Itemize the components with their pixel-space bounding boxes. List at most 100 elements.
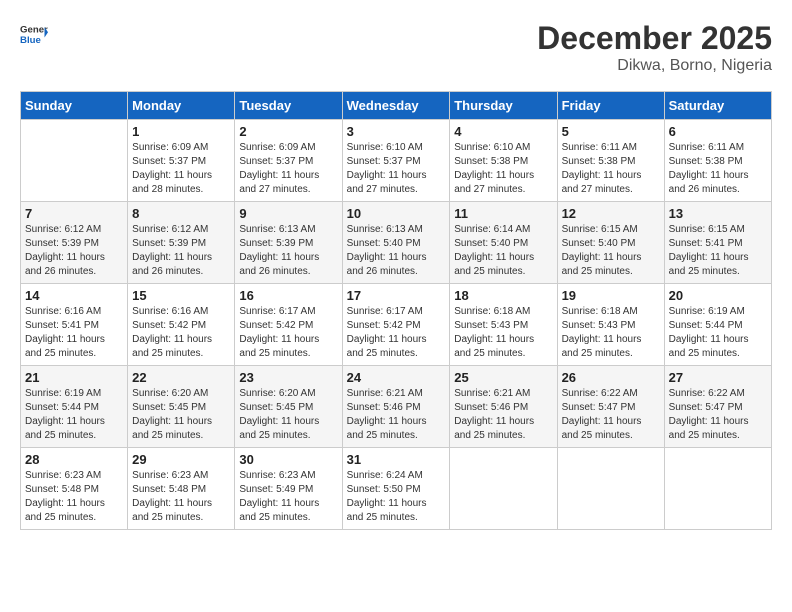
day-number: 5 <box>562 124 660 139</box>
day-number: 17 <box>347 288 446 303</box>
day-number: 12 <box>562 206 660 221</box>
calendar-cell: 3 Sunrise: 6:10 AMSunset: 5:37 PMDaylight… <box>342 120 450 202</box>
calendar-week-row: 28 Sunrise: 6:23 AMSunset: 5:48 PMDayligh… <box>21 448 772 530</box>
day-number: 28 <box>25 452 123 467</box>
calendar-cell: 19Sunrise: 6:18 AMSunset: 5:43 PMDayligh… <box>557 284 664 366</box>
calendar-cell: 31 Sunrise: 6:24 AMSunset: 5:50 PMDayligh… <box>342 448 450 530</box>
day-number: 10 <box>347 206 446 221</box>
calendar-cell <box>21 120 128 202</box>
calendar-week-row: 14Sunrise: 6:16 AMSunset: 5:41 PMDayligh… <box>21 284 772 366</box>
calendar-cell: 10 Sunrise: 6:13 AMSunset: 5:40 PMDayligh… <box>342 202 450 284</box>
svg-text:Blue: Blue <box>20 35 41 46</box>
calendar-cell: 23 Sunrise: 6:20 AMSunset: 5:45 PMDayligh… <box>235 366 342 448</box>
day-number: 20 <box>669 288 767 303</box>
day-info: Sunrise: 6:11 AMSunset: 5:38 PMDaylight:… <box>562 141 660 197</box>
day-number: 6 <box>669 124 767 139</box>
day-info: Sunrise: 6:19 AMSunset: 5:44 PMDaylight:… <box>25 387 123 443</box>
day-number: 7 <box>25 206 123 221</box>
day-number: 27 <box>669 370 767 385</box>
calendar-cell: 29 Sunrise: 6:23 AMSunset: 5:48 PMDayligh… <box>128 448 235 530</box>
calendar-cell <box>450 448 557 530</box>
day-number: 31 <box>347 452 446 467</box>
day-info: Sunrise: 6:22 AMSunset: 5:47 PMDaylight:… <box>669 387 767 443</box>
day-number: 3 <box>347 124 446 139</box>
day-info: Sunrise: 6:13 AMSunset: 5:40 PMDaylight:… <box>347 223 446 279</box>
day-info: Sunrise: 6:20 AMSunset: 5:45 PMDaylight:… <box>239 387 337 443</box>
day-info: Sunrise: 6:15 AMSunset: 5:41 PMDaylight:… <box>669 223 767 279</box>
calendar-cell: 13Sunrise: 6:15 AMSunset: 5:41 PMDayligh… <box>664 202 771 284</box>
day-number: 30 <box>239 452 337 467</box>
day-number: 29 <box>132 452 230 467</box>
calendar-header-friday: Friday <box>557 92 664 120</box>
day-number: 16 <box>239 288 337 303</box>
calendar-cell: 7Sunrise: 6:12 AMSunset: 5:39 PMDaylight… <box>21 202 128 284</box>
day-info: Sunrise: 6:09 AMSunset: 5:37 PMDaylight:… <box>132 141 230 197</box>
calendar-cell: 6 Sunrise: 6:11 AMSunset: 5:38 PMDaylight… <box>664 120 771 202</box>
calendar-cell: 16 Sunrise: 6:17 AMSunset: 5:42 PMDayligh… <box>235 284 342 366</box>
calendar-header-tuesday: Tuesday <box>235 92 342 120</box>
day-info: Sunrise: 6:11 AMSunset: 5:38 PMDaylight:… <box>669 141 767 197</box>
calendar-cell: 22Sunrise: 6:20 AMSunset: 5:45 PMDayligh… <box>128 366 235 448</box>
calendar-week-row: 1 Sunrise: 6:09 AMSunset: 5:37 PMDaylight… <box>21 120 772 202</box>
day-number: 14 <box>25 288 123 303</box>
calendar-cell: 25 Sunrise: 6:21 AMSunset: 5:46 PMDayligh… <box>450 366 557 448</box>
page-title: December 2025 <box>537 20 772 57</box>
calendar-cell: 9 Sunrise: 6:13 AMSunset: 5:39 PMDaylight… <box>235 202 342 284</box>
logo: General Blue <box>20 20 48 48</box>
calendar-header-monday: Monday <box>128 92 235 120</box>
page-header: General Blue December 2025 Dikwa, Borno,… <box>20 20 772 75</box>
day-number: 9 <box>239 206 337 221</box>
day-info: Sunrise: 6:24 AMSunset: 5:50 PMDaylight:… <box>347 469 446 525</box>
calendar-cell: 20 Sunrise: 6:19 AMSunset: 5:44 PMDayligh… <box>664 284 771 366</box>
calendar-cell: 30 Sunrise: 6:23 AMSunset: 5:49 PMDayligh… <box>235 448 342 530</box>
day-info: Sunrise: 6:20 AMSunset: 5:45 PMDaylight:… <box>132 387 230 443</box>
calendar-table: SundayMondayTuesdayWednesdayThursdayFrid… <box>20 91 772 530</box>
day-number: 24 <box>347 370 446 385</box>
day-info: Sunrise: 6:10 AMSunset: 5:38 PMDaylight:… <box>454 141 552 197</box>
calendar-cell: 15 Sunrise: 6:16 AMSunset: 5:42 PMDayligh… <box>128 284 235 366</box>
day-number: 25 <box>454 370 552 385</box>
calendar-cell: 11Sunrise: 6:14 AMSunset: 5:40 PMDayligh… <box>450 202 557 284</box>
page-subtitle: Dikwa, Borno, Nigeria <box>537 57 772 75</box>
day-info: Sunrise: 6:19 AMSunset: 5:44 PMDaylight:… <box>669 305 767 361</box>
calendar-cell: 14Sunrise: 6:16 AMSunset: 5:41 PMDayligh… <box>21 284 128 366</box>
day-number: 4 <box>454 124 552 139</box>
calendar-cell: 2 Sunrise: 6:09 AMSunset: 5:37 PMDaylight… <box>235 120 342 202</box>
calendar-cell: 4 Sunrise: 6:10 AMSunset: 5:38 PMDaylight… <box>450 120 557 202</box>
calendar-cell: 5 Sunrise: 6:11 AMSunset: 5:38 PMDaylight… <box>557 120 664 202</box>
calendar-cell: 18 Sunrise: 6:18 AMSunset: 5:43 PMDayligh… <box>450 284 557 366</box>
day-number: 19 <box>562 288 660 303</box>
day-number: 15 <box>132 288 230 303</box>
day-info: Sunrise: 6:17 AMSunset: 5:42 PMDaylight:… <box>347 305 446 361</box>
calendar-header-row: SundayMondayTuesdayWednesdayThursdayFrid… <box>21 92 772 120</box>
calendar-cell: 28 Sunrise: 6:23 AMSunset: 5:48 PMDayligh… <box>21 448 128 530</box>
day-info: Sunrise: 6:13 AMSunset: 5:39 PMDaylight:… <box>239 223 337 279</box>
calendar-cell: 26 Sunrise: 6:22 AMSunset: 5:47 PMDayligh… <box>557 366 664 448</box>
day-number: 21 <box>25 370 123 385</box>
day-info: Sunrise: 6:23 AMSunset: 5:48 PMDaylight:… <box>132 469 230 525</box>
day-info: Sunrise: 6:21 AMSunset: 5:46 PMDaylight:… <box>454 387 552 443</box>
day-info: Sunrise: 6:12 AMSunset: 5:39 PMDaylight:… <box>132 223 230 279</box>
day-info: Sunrise: 6:23 AMSunset: 5:49 PMDaylight:… <box>239 469 337 525</box>
calendar-week-row: 7 Sunrise: 6:12 AMSunset: 5:39 PMDaylight… <box>21 202 772 284</box>
day-info: Sunrise: 6:23 AMSunset: 5:48 PMDaylight:… <box>25 469 123 525</box>
day-info: Sunrise: 6:17 AMSunset: 5:42 PMDaylight:… <box>239 305 337 361</box>
calendar-cell <box>664 448 771 530</box>
day-info: Sunrise: 6:18 AMSunset: 5:43 PMDaylight:… <box>454 305 552 361</box>
day-info: Sunrise: 6:10 AMSunset: 5:37 PMDaylight:… <box>347 141 446 197</box>
day-info: Sunrise: 6:14 AMSunset: 5:40 PMDaylight:… <box>454 223 552 279</box>
calendar-header-sunday: Sunday <box>21 92 128 120</box>
logo-icon: General Blue <box>20 20 48 48</box>
day-number: 8 <box>132 206 230 221</box>
day-number: 2 <box>239 124 337 139</box>
calendar-cell <box>557 448 664 530</box>
day-number: 26 <box>562 370 660 385</box>
day-number: 23 <box>239 370 337 385</box>
day-number: 18 <box>454 288 552 303</box>
day-number: 1 <box>132 124 230 139</box>
day-info: Sunrise: 6:16 AMSunset: 5:42 PMDaylight:… <box>132 305 230 361</box>
calendar-cell: 21 Sunrise: 6:19 AMSunset: 5:44 PMDayligh… <box>21 366 128 448</box>
calendar-cell: 17 Sunrise: 6:17 AMSunset: 5:42 PMDayligh… <box>342 284 450 366</box>
day-info: Sunrise: 6:22 AMSunset: 5:47 PMDaylight:… <box>562 387 660 443</box>
day-info: Sunrise: 6:09 AMSunset: 5:37 PMDaylight:… <box>239 141 337 197</box>
